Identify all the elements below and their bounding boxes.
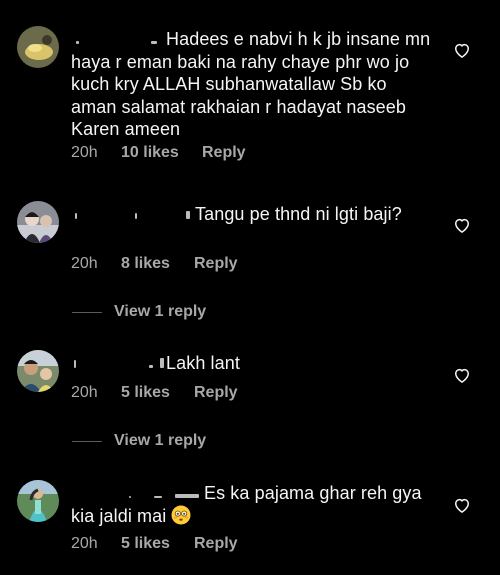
redacted-username[interactable]: [71, 485, 204, 499]
heart-outline-icon[interactable]: [452, 495, 472, 515]
heart-outline-icon[interactable]: [452, 365, 472, 385]
avatar[interactable]: [17, 350, 59, 392]
comment-text: Lakh lant: [71, 352, 431, 375]
replies-divider: [72, 311, 102, 313]
replies-divider: [72, 440, 102, 442]
heart-outline-icon[interactable]: [452, 40, 472, 60]
reply-button[interactable]: Reply: [194, 384, 238, 402]
view-replies-button[interactable]: View 1 reply: [72, 303, 206, 321]
redacted-username[interactable]: [71, 355, 166, 369]
comment-meta: 20h 5 likes Reply: [71, 535, 238, 553]
view-replies-label: View 1 reply: [114, 303, 207, 320]
heart-outline-icon[interactable]: [452, 215, 472, 235]
likes-count[interactable]: 10 likes: [121, 144, 202, 162]
reply-button[interactable]: Reply: [194, 255, 238, 273]
likes-count[interactable]: 5 likes: [121, 535, 194, 553]
comment-text: Hadees e nabvi h k jb insane mn haya r e…: [71, 29, 431, 139]
comment-time: 20h: [71, 144, 98, 161]
comment-text: Tangu pe thnd ni lgti baji?: [71, 203, 431, 226]
redacted-username[interactable]: [71, 31, 166, 45]
comment-time: 20h: [71, 535, 98, 552]
comment-meta: 20h 10 likes Reply: [71, 144, 246, 162]
avatar[interactable]: [17, 26, 59, 68]
flushed-face-icon: [171, 505, 191, 524]
comment-meta: 20h 8 likes Reply: [71, 255, 238, 273]
view-replies-label: View 1 reply: [114, 432, 207, 449]
reply-button[interactable]: Reply: [202, 144, 246, 162]
reply-button[interactable]: Reply: [194, 535, 238, 553]
avatar[interactable]: [17, 480, 59, 522]
redacted-username[interactable]: [71, 206, 195, 220]
likes-count[interactable]: 5 likes: [121, 384, 194, 402]
comment-time: 20h: [71, 255, 98, 272]
comment-meta: 20h 5 likes Reply: [71, 384, 238, 402]
comment-text: Es ka pajama ghar reh gya kia jaldi mai: [71, 483, 422, 526]
view-replies-button[interactable]: View 1 reply: [72, 432, 206, 450]
avatar[interactable]: [17, 201, 59, 243]
likes-count[interactable]: 8 likes: [121, 255, 194, 273]
comment-time: 20h: [71, 384, 98, 401]
